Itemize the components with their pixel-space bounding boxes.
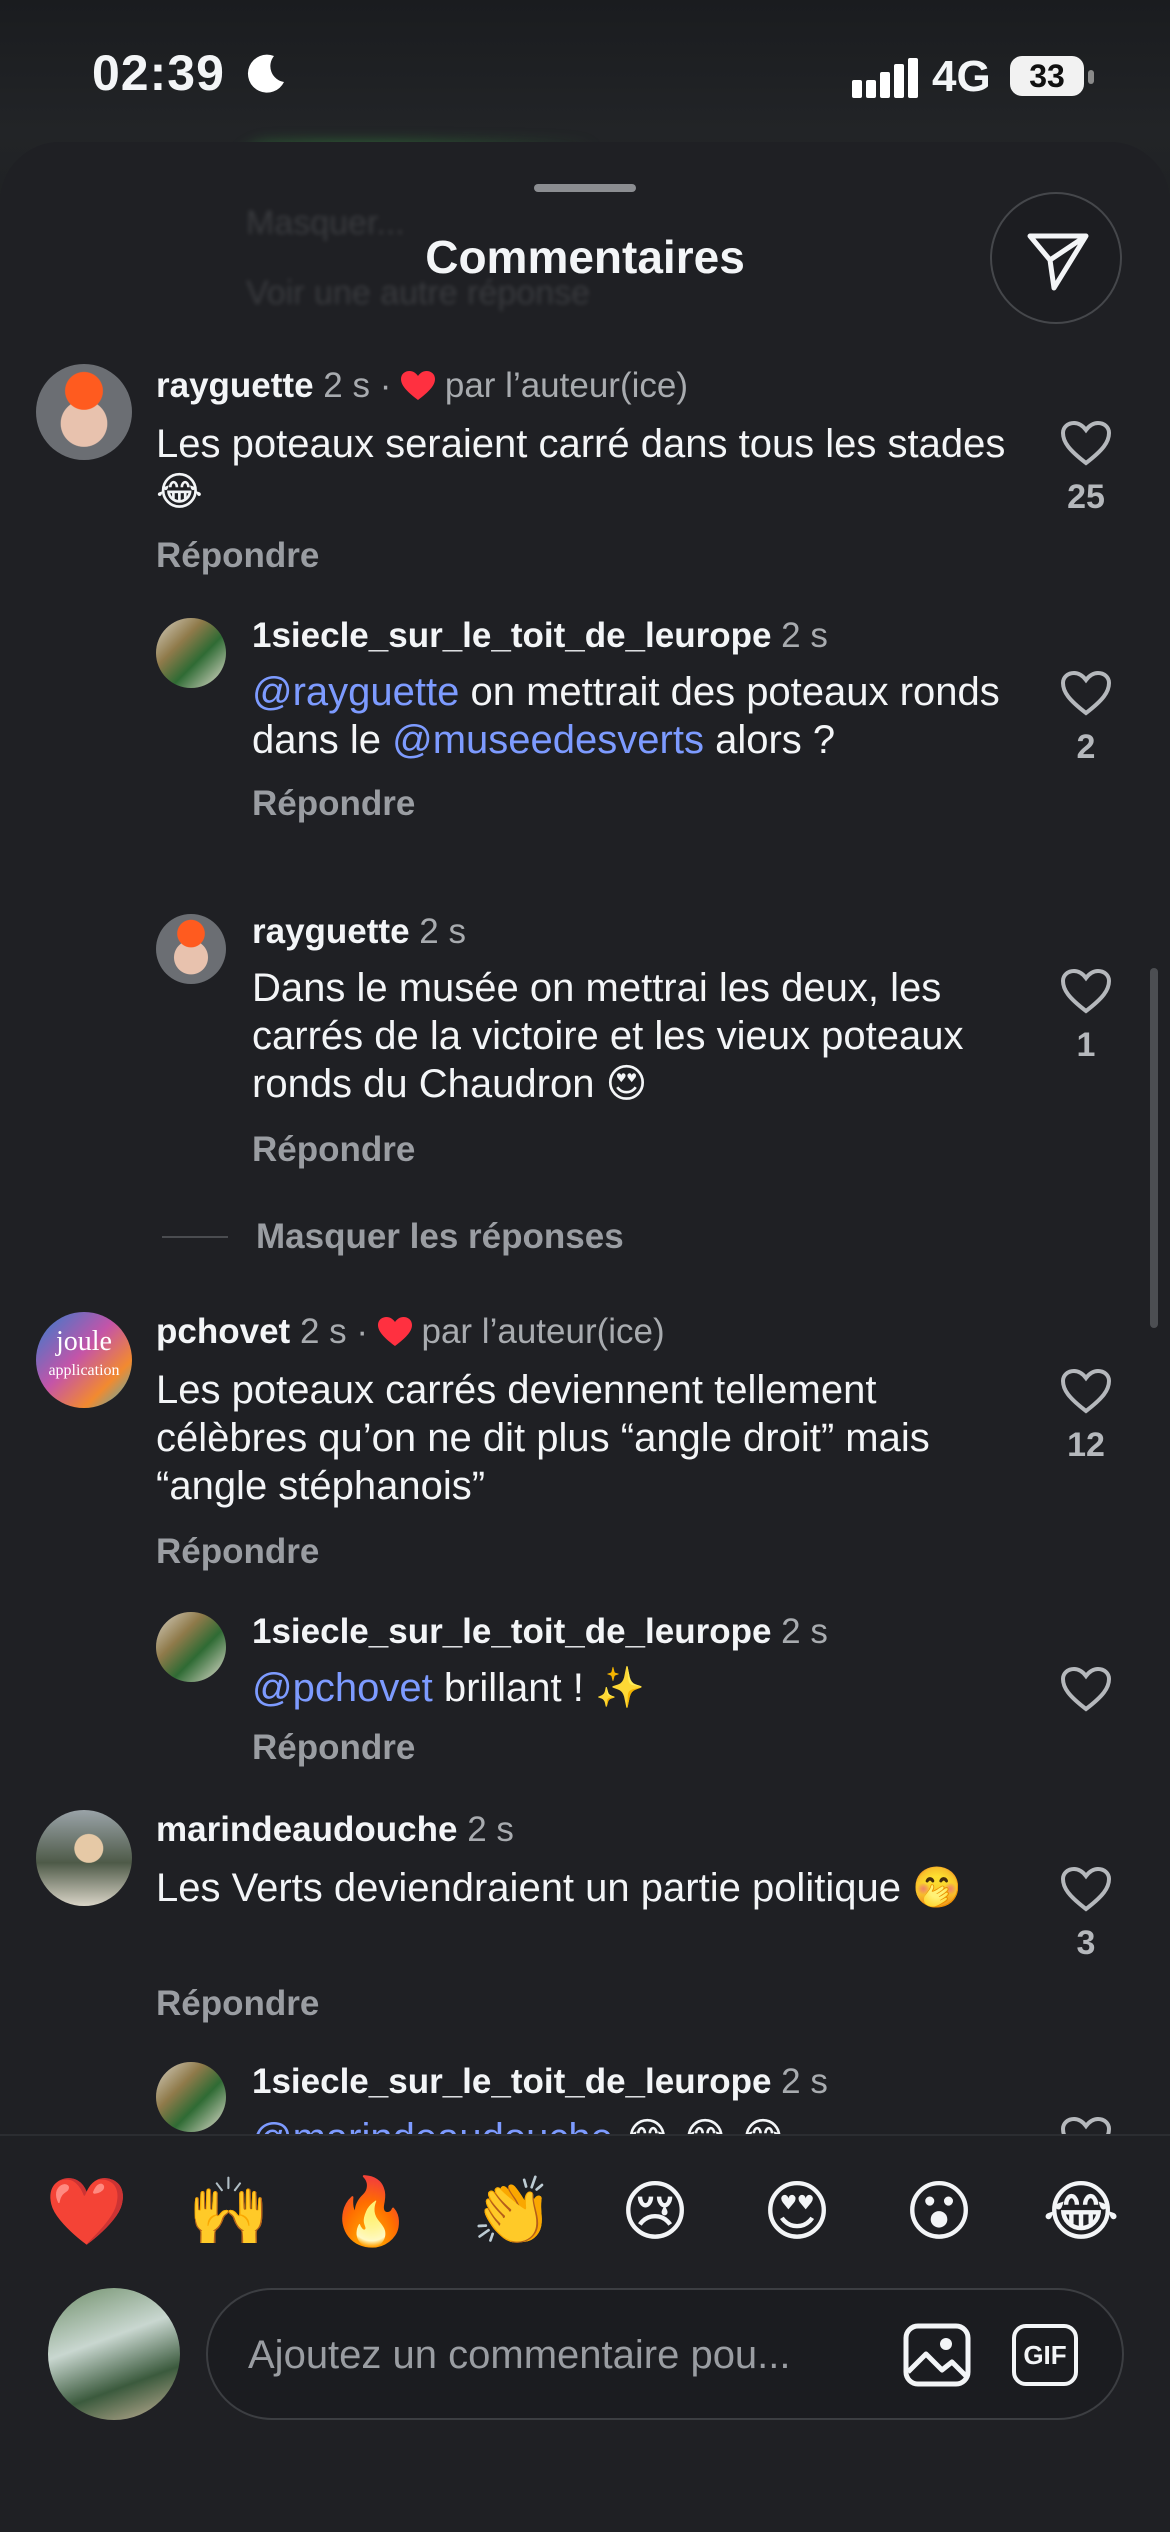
status-bar: 02:39 4G 33 <box>0 0 1170 150</box>
avatar[interactable] <box>156 914 226 984</box>
heart-outline-icon <box>1060 968 1112 1014</box>
heart-outline-icon <box>1060 1866 1112 1912</box>
gif-button[interactable]: GIF <box>1012 2324 1078 2386</box>
comment-text: Les Verts deviendraient un partie politi… <box>156 1866 962 1910</box>
comment-time: 2 s <box>299 1312 347 1351</box>
comment-time: 2 s <box>419 912 466 951</box>
username[interactable]: pchovet <box>156 1312 290 1351</box>
like-count: 2 <box>1076 728 1096 766</box>
quick-emoji-bar: ❤️ 🙌 🔥 👏 😢 😍 😮 😂 <box>0 2166 1170 2256</box>
mention-link[interactable]: @museedesverts <box>392 718 704 762</box>
heart-filled-icon <box>377 1317 412 1346</box>
reply-button[interactable]: Répondre <box>252 1130 415 1170</box>
hide-replies-button[interactable]: Masquer les réponses <box>256 1217 624 1257</box>
mention-link[interactable]: @rayguette <box>252 670 459 714</box>
comment-composer: ❤️ 🙌 🔥 👏 😢 😍 😮 😂 GIF <box>0 2134 1170 2532</box>
comment-time: 2 s <box>781 1612 828 1651</box>
like-button[interactable]: 25 <box>1046 420 1126 517</box>
avatar[interactable]: joule application <box>36 1312 132 1408</box>
author-like-label: par l’auteur(ice) <box>421 1312 665 1351</box>
reply-button[interactable]: Répondre <box>252 784 415 824</box>
comment-input-container[interactable]: GIF <box>206 2288 1124 2420</box>
emoji-crying-button[interactable]: 😢 <box>610 2166 700 2256</box>
scrollbar[interactable] <box>1150 968 1158 1328</box>
avatar[interactable] <box>156 618 226 688</box>
comment-text: @rayguette on mettrait des poteaux ronds… <box>252 668 1012 764</box>
signal-icon <box>852 58 918 98</box>
like-count: 12 <box>1067 1426 1105 1464</box>
emoji-heart-button[interactable]: ❤️ <box>42 2166 132 2256</box>
username[interactable]: marindeaudouche <box>156 1810 457 1849</box>
emoji-raised-hands-button[interactable]: 🙌 <box>184 2166 274 2256</box>
author-like-label: par l’auteur(ice) <box>444 366 689 405</box>
heart-outline-icon <box>1060 670 1112 716</box>
username[interactable]: rayguette <box>156 366 314 405</box>
network-type: 4G <box>932 52 991 101</box>
comment-text: Dans le musée on mettrai les deux, les c… <box>252 966 964 1106</box>
like-count: 3 <box>1076 1924 1096 1962</box>
heart-outline-icon <box>1060 420 1112 466</box>
username[interactable]: rayguette <box>252 912 410 951</box>
reply-button[interactable]: Répondre <box>156 1532 319 1572</box>
like-count: 1 <box>1076 1026 1096 1064</box>
avatar-text: joule <box>56 1326 112 1357</box>
sheet-grabber[interactable] <box>534 184 636 192</box>
username[interactable]: 1siecle_sur_le_toit_de_leurope <box>252 616 771 655</box>
mention-link[interactable]: @pchovet <box>252 1666 433 1710</box>
reply-button[interactable]: Répondre <box>156 1984 319 2024</box>
separator: · <box>379 366 392 405</box>
comment-text: @pchovet brillant ! ✨ <box>252 1664 1012 1712</box>
comment-text: Les poteaux carrés deviennent tellement … <box>156 1368 930 1508</box>
comment-text-part: brillant ! ✨ <box>432 1666 645 1710</box>
like-button[interactable] <box>1046 1666 1126 1712</box>
comment-time: 2 s <box>781 2062 828 2101</box>
like-button[interactable]: 12 <box>1046 1368 1126 1465</box>
heart-outline-icon <box>1060 1666 1112 1712</box>
divider <box>162 1236 228 1238</box>
avatar-text: application <box>48 1362 120 1379</box>
avatar[interactable] <box>156 1612 226 1682</box>
avatar[interactable] <box>36 364 132 460</box>
emoji-fire-button[interactable]: 🔥 <box>326 2166 416 2256</box>
battery-icon: 33 <box>1010 56 1094 96</box>
heart-filled-icon <box>401 371 436 400</box>
emoji-surprised-button[interactable]: 😮 <box>894 2166 984 2256</box>
like-button[interactable]: 1 <box>1046 968 1126 1065</box>
image-icon[interactable] <box>902 2322 972 2388</box>
emoji-clap-button[interactable]: 👏 <box>468 2166 558 2256</box>
username[interactable]: 1siecle_sur_le_toit_de_leurope <box>252 2062 771 2101</box>
reply-button[interactable]: Répondre <box>252 1728 415 1768</box>
comment-text-part: alors ? <box>703 718 836 762</box>
reply-button[interactable]: Répondre <box>156 536 319 576</box>
share-button[interactable] <box>990 192 1122 324</box>
comment-text: Les poteaux seraient carré dans tous les… <box>156 422 1006 514</box>
emoji-heart-eyes-button[interactable]: 😍 <box>752 2166 842 2256</box>
send-icon <box>1027 233 1089 291</box>
separator: · <box>356 1312 369 1351</box>
like-button[interactable]: 2 <box>1046 670 1126 767</box>
moon-icon <box>247 54 284 93</box>
emoji-laughing-button[interactable]: 😂 <box>1036 2166 1126 2256</box>
comment-input[interactable] <box>248 2320 858 2390</box>
current-user-avatar <box>48 2288 180 2420</box>
comment-time: 2 s <box>781 616 828 655</box>
like-button[interactable]: 3 <box>1046 1866 1126 1963</box>
like-count: 25 <box>1067 478 1105 516</box>
avatar[interactable] <box>36 1810 132 1906</box>
status-time: 02:39 <box>92 45 225 101</box>
comment-time: 2 s <box>323 366 370 405</box>
comment-time: 2 s <box>467 1810 514 1849</box>
heart-outline-icon <box>1060 1368 1112 1414</box>
avatar[interactable] <box>156 2062 226 2132</box>
username[interactable]: 1siecle_sur_le_toit_de_leurope <box>252 1612 771 1651</box>
